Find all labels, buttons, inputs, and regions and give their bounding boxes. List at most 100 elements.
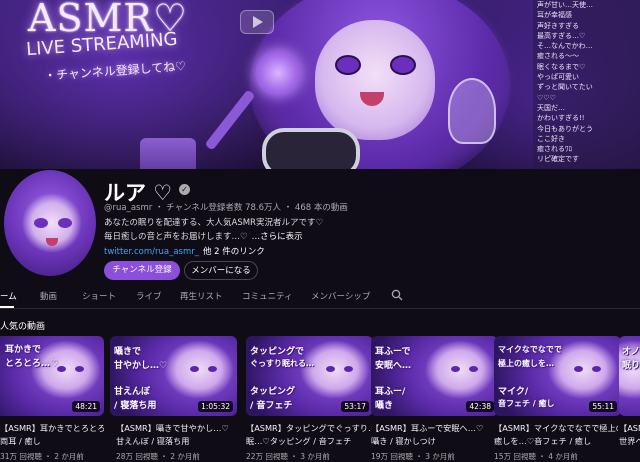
tab-community[interactable]: コミュニティ: [242, 290, 293, 302]
video-title-line: 【ASMR】タッピングでぐっすり…: [246, 423, 370, 433]
video-thumbnail[interactable]: 耳ふーで 安眠へ… 耳ふー/ 囁き 42:38: [371, 336, 498, 416]
video-duration: 48:21: [72, 401, 100, 412]
chat-line: 天国だ…: [537, 103, 565, 112]
thumbnail-text: 極上の癒しを…: [498, 359, 554, 368]
avatar-mouth: [46, 238, 58, 246]
video-thumbnail[interactable]: マイクなでなでで 極上の癒しを… マイク/ 音フェチ / 癒し 55:11: [494, 336, 621, 416]
video-title-line: 両耳 / 癒し: [0, 436, 41, 446]
thumbnail-text: 耳ふー/: [375, 387, 406, 397]
video-meta: 31万 回視聴 ・ 2 か月前: [0, 452, 84, 461]
chat-line: 声好きすぎる: [537, 21, 579, 30]
tab-membership[interactable]: メンバーシップ: [311, 290, 370, 302]
chat-line: 癒されるﾜﾛ: [537, 145, 572, 154]
video-thumbnail[interactable]: 耳かきで とろとろ…♡ 48:21: [0, 336, 104, 416]
other-links-link[interactable]: 他 2 件のリンク: [203, 247, 265, 257]
video-duration: 55:11: [589, 401, 617, 412]
thumbnail-text: / 寝落ち用: [114, 401, 157, 411]
channel-meta: @rua_asmr ・ チャンネル登録者数 78.6万人 ・ 468 本の動画: [104, 203, 348, 213]
banner-eye-left: [335, 55, 361, 75]
video-title-line: 世界へ: [619, 436, 640, 446]
thumbnail-eye: [451, 366, 460, 372]
video-title-line: 【ASMR】マイクなでなでで極上の: [494, 423, 618, 433]
twitter-link[interactable]: twitter.com/rua_asmr_: [104, 247, 199, 257]
thumbnail-text: マイクなでなでで: [498, 345, 562, 354]
banner-microphone: [255, 50, 301, 96]
tab-shorts[interactable]: ショート: [82, 290, 116, 302]
video-meta: 22万 回視聴 ・ 3 か月前: [246, 452, 330, 461]
thumbnail-text: とろとろ…♡: [5, 359, 59, 369]
chat-line: 癒される〜〜: [537, 52, 579, 61]
chat-line: 最高すぎる…♡: [537, 31, 586, 40]
thumbnail-text: / 音フェチ: [250, 401, 293, 411]
banner-chat-panel: 声が甘い…天使… 耳が幸福感 声好きすぎる 最高すぎる…♡ そ…なんでかわ… 癒…: [533, 0, 640, 169]
chat-line: かわいすぎる!!: [537, 114, 585, 123]
thumbnail-text: タッピングで: [250, 347, 305, 357]
thumbnail-text: マイク/: [498, 387, 529, 397]
video-thumbnail[interactable]: 囁きで 甘やかし…♡ 甘えんぼ / 寝落ち用 1:05:32: [110, 336, 237, 416]
chat-line: ♡♡♡: [537, 93, 556, 102]
channel-description-text: 毎日癒しの音と声をお届けします…♡: [104, 232, 248, 242]
chat-line: 今日もありがとう: [537, 124, 593, 133]
video-title-line: 【ASMR】囁きで甘やかし…♡: [116, 423, 229, 433]
thumbnail-text: 音フェチ / 癒し: [498, 399, 555, 408]
tab-playlists[interactable]: 再生リスト: [180, 290, 223, 302]
subscribe-button[interactable]: チャンネル登録: [104, 261, 180, 280]
play-icon: [240, 10, 274, 34]
banner-character-face: [315, 20, 435, 140]
video-title[interactable]: 【ASMR】タッピングでぐっすり… 眠…♡タッピング / 音フェチ: [246, 422, 370, 448]
thumbnail-text: オノマ: [622, 347, 640, 357]
video-title[interactable]: 【ASMR】囁きで甘やかし…♡ 甘えんぼ / 寝落ち用: [116, 422, 240, 448]
tab-live[interactable]: ライブ: [136, 290, 162, 302]
thumbnail-text: 甘やかし…♡: [114, 361, 168, 371]
banner-eye-right: [390, 55, 416, 75]
chat-line: 眠くなるまで♡: [537, 62, 586, 71]
thumbnail-eye: [574, 366, 583, 372]
banner-mic-stick: [204, 89, 256, 151]
banner-drink-cup: [140, 138, 196, 169]
banner-subscribe-text: ・チャンネル登録してね♡: [43, 59, 187, 83]
search-icon[interactable]: [391, 289, 403, 301]
chat-line: ここ好き: [537, 134, 565, 143]
video-title[interactable]: 【ASMR】 世界へ: [619, 422, 640, 448]
channel-tabs: ーム 動画 ショート ライブ 再生リスト コミュニティ メンバーシップ: [0, 286, 640, 309]
tab-home[interactable]: ーム: [0, 290, 17, 302]
thumbnail-text: 耳ふーで: [375, 347, 411, 357]
popular-videos-heading: 人気の動画: [0, 322, 46, 332]
video-meta: 19万 回視聴 ・ 3 か月前: [371, 452, 455, 461]
tab-videos[interactable]: 動画: [40, 290, 57, 302]
join-membership-button[interactable]: メンバーになる: [184, 261, 258, 280]
channel-avatar[interactable]: [4, 170, 96, 276]
video-title[interactable]: 【ASMR】耳かきでとろとろ…♡ 両耳 / 癒し: [0, 422, 104, 448]
video-title-line: 【ASMR】耳かきでとろとろ…♡: [0, 423, 104, 433]
show-more-link[interactable]: …さらに表示: [252, 232, 303, 242]
chat-line: 耳が幸福感: [537, 11, 572, 20]
thumbnail-eye: [344, 366, 353, 372]
video-meta: 28万 回視聴 ・ 2 か月前: [116, 452, 200, 461]
chat-line: ずっと聞いてたい: [537, 83, 593, 92]
video-title[interactable]: 【ASMR】耳ふーで安眠へ…♡ 囁き / 寝かしつけ: [371, 422, 491, 448]
active-tab-indicator: [0, 306, 14, 308]
banner-ear-microphone: [262, 128, 360, 169]
channel-links: twitter.com/rua_asmr_ 他 2 件のリンク: [104, 245, 265, 257]
banner-glass-flask: [448, 78, 496, 144]
video-duration: 42:38: [466, 401, 494, 412]
video-title-line: 【ASMR】耳ふーで安眠へ…♡: [371, 423, 484, 433]
thumbnail-eye: [592, 366, 601, 372]
channel-description-line1: あなたの眠りを配達する、大人気ASMR実況者ルアです♡: [104, 218, 324, 228]
thumbnail-text: 安眠へ…: [375, 361, 412, 371]
video-duration: 53:17: [341, 401, 369, 412]
chat-line: やっぱ可愛い: [537, 73, 579, 82]
thumbnail-text: 眠りの: [622, 361, 640, 371]
video-title[interactable]: 【ASMR】マイクなでなでで極上の 癒しを…♡音フェチ / 癒し: [494, 422, 618, 448]
thumbnail-text: 囁き: [375, 401, 394, 411]
chat-line: リピ確定です: [537, 155, 579, 164]
channel-banner: ASMR♡ LIVE STREAMING ・チャンネル登録してね♡ 声が甘い…天…: [0, 0, 640, 169]
video-thumbnail[interactable]: タッピングで ぐっすり眠れる… タッピング / 音フェチ 53:17: [246, 336, 373, 416]
thumbnail-eye: [208, 366, 217, 372]
video-thumbnail[interactable]: オノマ 眠りの: [619, 336, 640, 416]
video-duration: 1:05:32: [198, 401, 233, 412]
thumbnail-eye: [469, 366, 478, 372]
avatar-eye-right: [58, 218, 72, 228]
thumbnail-text: 甘えんぼ: [114, 387, 151, 397]
channel-description-line2: 毎日癒しの音と声をお届けします…♡ …さらに表示: [104, 230, 303, 242]
